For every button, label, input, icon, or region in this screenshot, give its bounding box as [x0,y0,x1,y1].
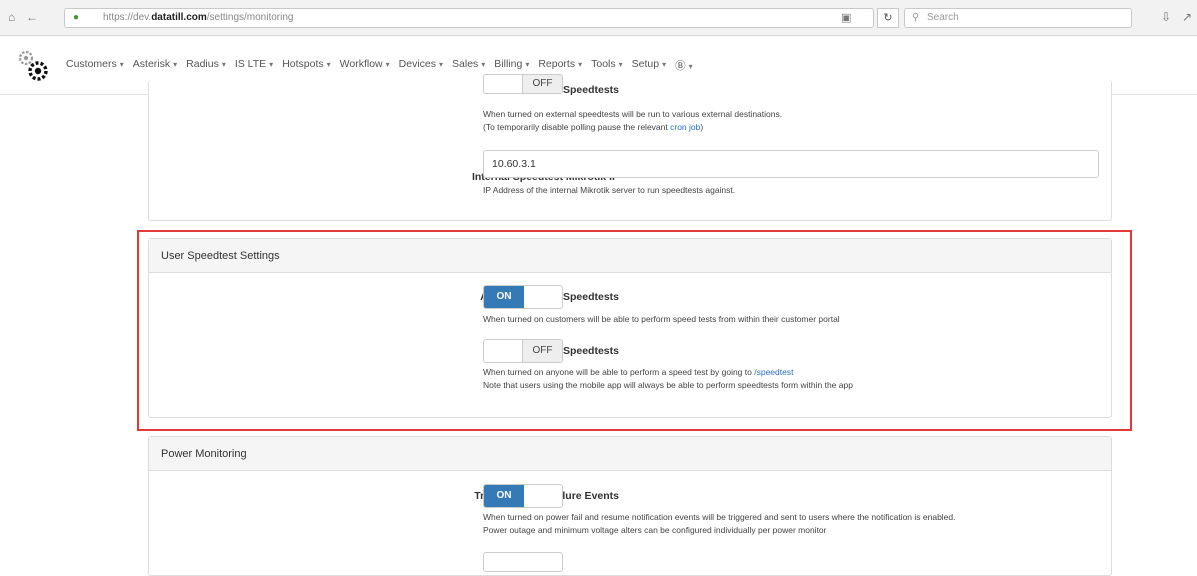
nav-item[interactable]: Radius ▾ [186,58,226,73]
nav-item-label: Billing [494,58,523,70]
power-monitoring-panel: Power Monitoring Trigger Power Failure E… [148,436,1112,576]
reader-view-icon[interactable]: ▣ [841,9,851,27]
help-line: Note that users using the mobile app wil… [483,380,853,390]
nav-item[interactable]: Tools ▾ [591,58,623,73]
overflow-icon[interactable]: ↗ [1182,9,1192,25]
toggle-on-state: ON [484,485,524,507]
nav-item[interactable]: Workflow ▾ [340,58,390,73]
user-speedtest-panel: User Speedtest Settings Allow Customer S… [148,238,1112,418]
chevron-down-icon: ▾ [662,60,667,69]
speedtest-settings-panel: Run External Speedtests OFF When turned … [148,74,1112,221]
nav-item-label: Ⓑ [675,60,686,72]
search-icon: ⚲ [912,12,920,23]
nav-item-label: Radius [186,58,219,70]
search-placeholder: Search [927,12,959,23]
nav-item[interactable]: Ⓑ ▾ [675,58,693,73]
toggle-off-state: OFF [522,75,562,93]
nav-item[interactable]: Reports ▾ [538,58,582,73]
help-line: When turned on external speedtests will … [483,109,783,119]
chevron-down-icon: ▾ [439,60,444,69]
reload-button[interactable]: ↻ [877,8,899,28]
nav-item-label: Tools [591,58,616,70]
browser-search-input[interactable]: ⚲ Search [904,8,1132,28]
cron-job-link[interactable]: cron job [670,122,700,132]
toggle-on-state: ON [484,286,524,308]
help-line: When turned on power fail and resume not… [483,512,956,522]
nav-item-label: Customers [66,58,117,70]
allow-customer-help: When turned on customers will be able to… [483,314,840,324]
allow-public-help: When turned on anyone will be able to pe… [483,366,853,392]
nav-item-label: IS LTE [234,58,267,70]
help-text: When turned on anyone will be able to pe… [483,367,755,377]
main-menu: Customers ▾ Asterisk ▾ Radius ▾ IS LTE ▾ Hotspot… [66,58,702,73]
help-text: (To temporarily disable polling pause th… [483,122,671,132]
chevron-down-icon: ▾ [326,60,331,69]
browser-toolbar: ⌂ ← ● https://dev.datatill.com/settings/… [0,0,1197,36]
gears-logo-icon[interactable] [16,47,50,85]
help-line: Power outage and minimum voltage alters … [483,525,827,535]
chevron-down-icon: ▾ [221,60,226,69]
nav-item[interactable]: Setup ▾ [632,58,666,73]
help-line: (To temporarily disable polling pause th… [483,121,782,134]
nav-item[interactable]: Asterisk ▾ [133,58,177,73]
url-prefix: https://dev. [103,12,152,23]
next-setting-toggle[interactable] [483,552,563,572]
home-icon[interactable]: ⌂ [8,9,15,25]
help-line: When turned on anyone will be able to pe… [483,366,853,379]
nav-item[interactable]: Hotspots ▾ [282,58,330,73]
chevron-down-icon: ▾ [618,60,623,69]
nav-item[interactable]: Sales ▾ [452,58,485,73]
panel-heading: Power Monitoring [149,437,1111,471]
internal-ip-input[interactable]: 10.60.3.1 [483,150,1099,178]
speedtest-link[interactable]: /speedtest [754,367,793,377]
chevron-down-icon: ▾ [688,62,693,71]
nav-item-label: Workflow [339,58,383,70]
url-bar[interactable]: ● https://dev.datatill.com/settings/moni… [64,8,874,28]
nav-item[interactable]: Devices ▾ [399,58,443,73]
nav-item[interactable]: IS LTE ▾ [235,58,273,73]
run-external-toggle[interactable]: OFF [483,74,563,94]
back-icon[interactable]: ← [26,9,38,25]
nav-item-label: Asterisk [132,58,171,70]
chevron-down-icon: ▾ [578,60,583,69]
nav-item-label: Reports [538,58,576,70]
chevron-down-icon: ▾ [119,60,124,69]
nav-item-label: Hotspots [282,58,324,70]
nav-item[interactable]: Billing ▾ [494,58,529,73]
download-icon[interactable]: ⇩ [1161,9,1171,25]
nav-item-label: Sales [452,58,479,70]
allow-public-toggle[interactable]: OFF [483,339,563,363]
chevron-down-icon: ▾ [525,60,530,69]
help-text: ) [700,122,704,132]
internal-ip-help: IP Address of the internal Mikrotik serv… [483,185,736,195]
url-domain: datatill.com [151,12,207,23]
nav-item[interactable]: Customers ▾ [66,58,124,73]
run-external-help: When turned on external speedtests will … [483,108,782,134]
toggle-off-state: OFF [522,340,562,362]
allow-customer-toggle[interactable]: ON [483,285,563,309]
trigger-power-failure-help: When turned on power fail and resume not… [483,511,956,537]
chevron-down-icon: ▾ [173,60,178,69]
lock-icon: ● [73,12,80,23]
chevron-down-icon: ▾ [385,60,390,69]
url-path: /settings/monitoring [206,12,294,23]
nav-item-label: Setup [631,58,660,70]
panel-heading: User Speedtest Settings [149,239,1111,273]
chevron-down-icon: ▾ [481,60,486,69]
nav-item-label: Devices [398,58,436,70]
chevron-down-icon: ▾ [269,60,274,69]
trigger-power-failure-toggle[interactable]: ON [483,484,563,508]
